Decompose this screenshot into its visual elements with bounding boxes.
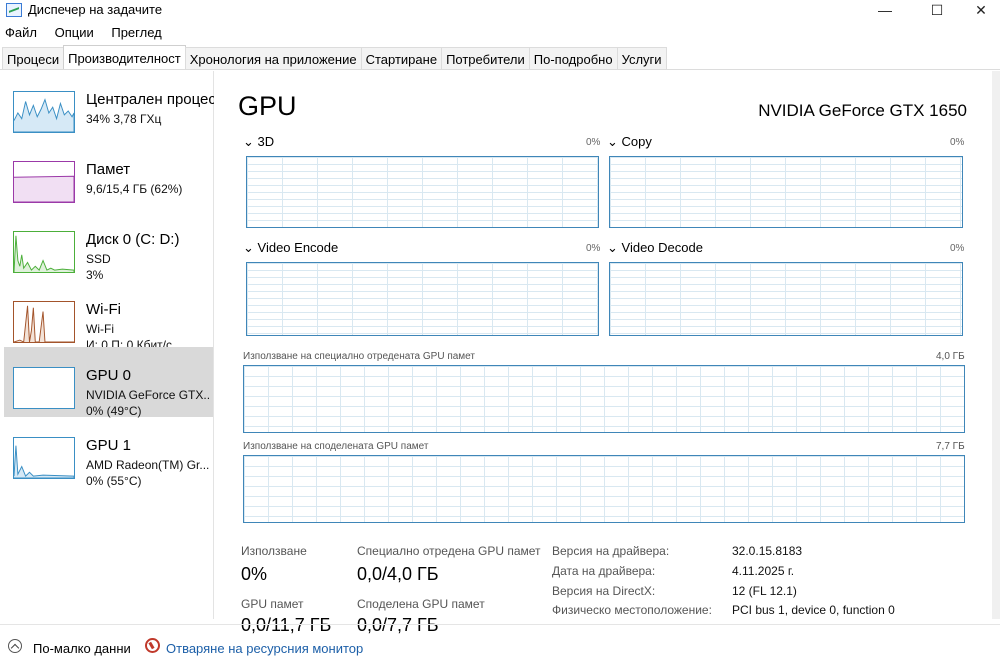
engine-encode-name: Video Encode <box>257 240 339 255</box>
gpu-detail-panel: GPU NVIDIA GeForce GTX 1650 ⌄ 3D 0% ⌄ Co… <box>215 71 992 635</box>
sidebar-item-gpu0[interactable]: GPU 0 NVIDIA GeForce GTX... 0% (49°C) <box>4 347 213 418</box>
footer-bar: По-малко данни Отваряне на ресурсния мон… <box>0 624 1000 657</box>
sidebar-cpu-title: Централен процесор <box>86 91 214 108</box>
sidebar-disk-sub1: SSD <box>86 252 111 266</box>
cpu-mini-graph <box>13 91 75 133</box>
vertical-scrollbar[interactable] <box>992 71 1000 619</box>
memory-mini-graph <box>13 161 75 203</box>
engine-3d-graph <box>246 156 599 228</box>
disk-mini-graph <box>13 231 75 273</box>
directx-version-value: 12 (FL 12.1) <box>732 584 797 598</box>
tab-details[interactable]: По-подробно <box>528 47 618 69</box>
sidebar-gpu1-sub2: 0% (55°C) <box>86 474 142 488</box>
window-title: Диспечер на задачите <box>28 2 163 17</box>
engine-3d-label[interactable]: ⌄ 3D <box>243 134 274 150</box>
directx-version-label: Версия на DirectX: <box>552 584 656 598</box>
resource-monitor-icon <box>145 638 160 653</box>
close-button[interactable]: ✕ <box>958 0 1000 22</box>
usage-label: Използване <box>241 544 307 558</box>
physical-location-label: Физическо местоположение: <box>552 603 712 617</box>
fewer-details-button[interactable]: По-малко данни <box>33 641 131 656</box>
driver-version-label: Версия на драйвера: <box>552 544 670 558</box>
shared-memory-graph <box>243 455 965 523</box>
sidebar-item-cpu[interactable]: Централен процесор 34% 3,78 ГХц <box>4 71 214 141</box>
menu-view[interactable]: Преглед <box>111 25 161 40</box>
tab-app-history[interactable]: Хронология на приложение <box>184 47 362 69</box>
shared-mem-stat-label: Споделена GPU памет <box>357 597 485 611</box>
dedicated-memory-max: 4,0 ГБ <box>936 351 965 362</box>
engine-decode-name: Video Decode <box>621 240 703 255</box>
gpu-model-name: NVIDIA GeForce GTX 1650 <box>758 101 967 120</box>
engine-encode-pct: 0% <box>586 243 601 254</box>
sidebar-disk-title: Диск 0 (C: D:) <box>86 231 180 248</box>
engine-encode-graph <box>246 262 599 336</box>
sidebar-memory-title: Памет <box>86 161 131 178</box>
chevron-up-icon[interactable] <box>8 639 22 653</box>
sidebar-gpu0-sub1: NVIDIA GeForce GTX... <box>86 388 210 402</box>
engine-decode-graph <box>609 262 963 336</box>
dedicated-mem-stat-value: 0,0/4,0 ГБ <box>357 564 439 584</box>
sidebar-gpu0-sub2: 0% (49°C) <box>86 404 142 418</box>
tab-users[interactable]: Потребители <box>441 47 530 69</box>
sidebar-cpu-sub: 34% 3,78 ГХц <box>86 112 162 126</box>
sidebar-item-memory[interactable]: Памет 9,6/15,4 ГБ (62%) <box>4 141 213 211</box>
tab-startup[interactable]: Стартиране <box>360 47 443 69</box>
engine-copy-graph <box>609 156 963 228</box>
menu-options[interactable]: Опции <box>55 25 94 40</box>
usage-value: 0% <box>241 564 268 584</box>
maximize-button[interactable]: ☐ <box>914 0 960 22</box>
task-manager-icon <box>6 3 22 17</box>
tab-services[interactable]: Услуги <box>616 47 667 69</box>
driver-date-value: 4.11.2025 г. <box>732 564 795 578</box>
gpu-memory-label: GPU памет <box>241 597 304 611</box>
menu-bar: Файл Опции Преглед <box>0 25 171 45</box>
tab-bar: Процеси Производителност Хронология на п… <box>2 45 667 70</box>
sidebar-gpu1-title: GPU 1 <box>86 437 132 454</box>
engine-3d-name: 3D <box>257 134 275 149</box>
engine-decode-label[interactable]: ⌄ Video Decode <box>607 240 703 256</box>
sidebar-item-disk[interactable]: Диск 0 (C: D:) SSD 3% <box>4 211 213 282</box>
tab-processes[interactable]: Процеси <box>2 47 65 69</box>
minimize-button[interactable]: — <box>862 0 908 22</box>
sidebar-item-wifi[interactable]: Wi-Fi Wi-Fi И: 0 П: 0 Кбит/с <box>4 281 213 352</box>
engine-encode-label[interactable]: ⌄ Video Encode <box>243 240 338 256</box>
wifi-mini-graph <box>13 301 75 343</box>
sidebar-gpu0-title: GPU 0 <box>86 367 132 384</box>
sidebar-memory-sub: 9,6/15,4 ГБ (62%) <box>86 182 183 196</box>
physical-location-value: PCI bus 1, device 0, function 0 <box>732 603 895 617</box>
driver-version-value: 32.0.15.8183 <box>732 544 803 558</box>
sidebar-gpu1-sub1: AMD Radeon(TM) Gr... <box>86 458 210 472</box>
resource-sidebar: Централен процесор 34% 3,78 ГХц Памет 9,… <box>0 71 214 619</box>
sidebar-wifi-sub1: Wi-Fi <box>86 322 114 336</box>
tab-performance[interactable]: Производителност <box>63 45 186 69</box>
engine-copy-label[interactable]: ⌄ Copy <box>607 134 652 150</box>
gpu1-mini-graph <box>13 437 75 479</box>
open-resource-monitor-link[interactable]: Отваряне на ресурсния монитор <box>166 641 363 656</box>
title-bar: Диспечер на задачите — ☐ ✕ <box>0 0 1000 22</box>
engine-copy-pct: 0% <box>950 137 965 148</box>
engine-3d-pct: 0% <box>586 137 601 148</box>
engine-decode-pct: 0% <box>950 243 965 254</box>
sidebar-disk-sub2: 3% <box>86 268 104 282</box>
shared-memory-label: Използване на споделената GPU памет <box>243 441 429 452</box>
sidebar-wifi-title: Wi-Fi <box>86 301 121 318</box>
dedicated-mem-stat-label: Специално отредена GPU памет <box>357 544 541 558</box>
page-title: GPU <box>238 91 297 121</box>
driver-date-label: Дата на драйвера: <box>552 564 656 578</box>
menu-file[interactable]: Файл <box>5 25 37 40</box>
engine-copy-name: Copy <box>621 134 652 149</box>
tab-divider <box>0 69 1000 70</box>
shared-memory-max: 7,7 ГБ <box>936 441 965 452</box>
gpu0-mini-graph <box>13 367 75 409</box>
dedicated-memory-label: Използване на специално отредената GPU п… <box>243 351 475 362</box>
sidebar-item-gpu1[interactable]: GPU 1 AMD Radeon(TM) Gr... 0% (55°C) <box>4 417 213 488</box>
dedicated-memory-graph <box>243 365 965 433</box>
